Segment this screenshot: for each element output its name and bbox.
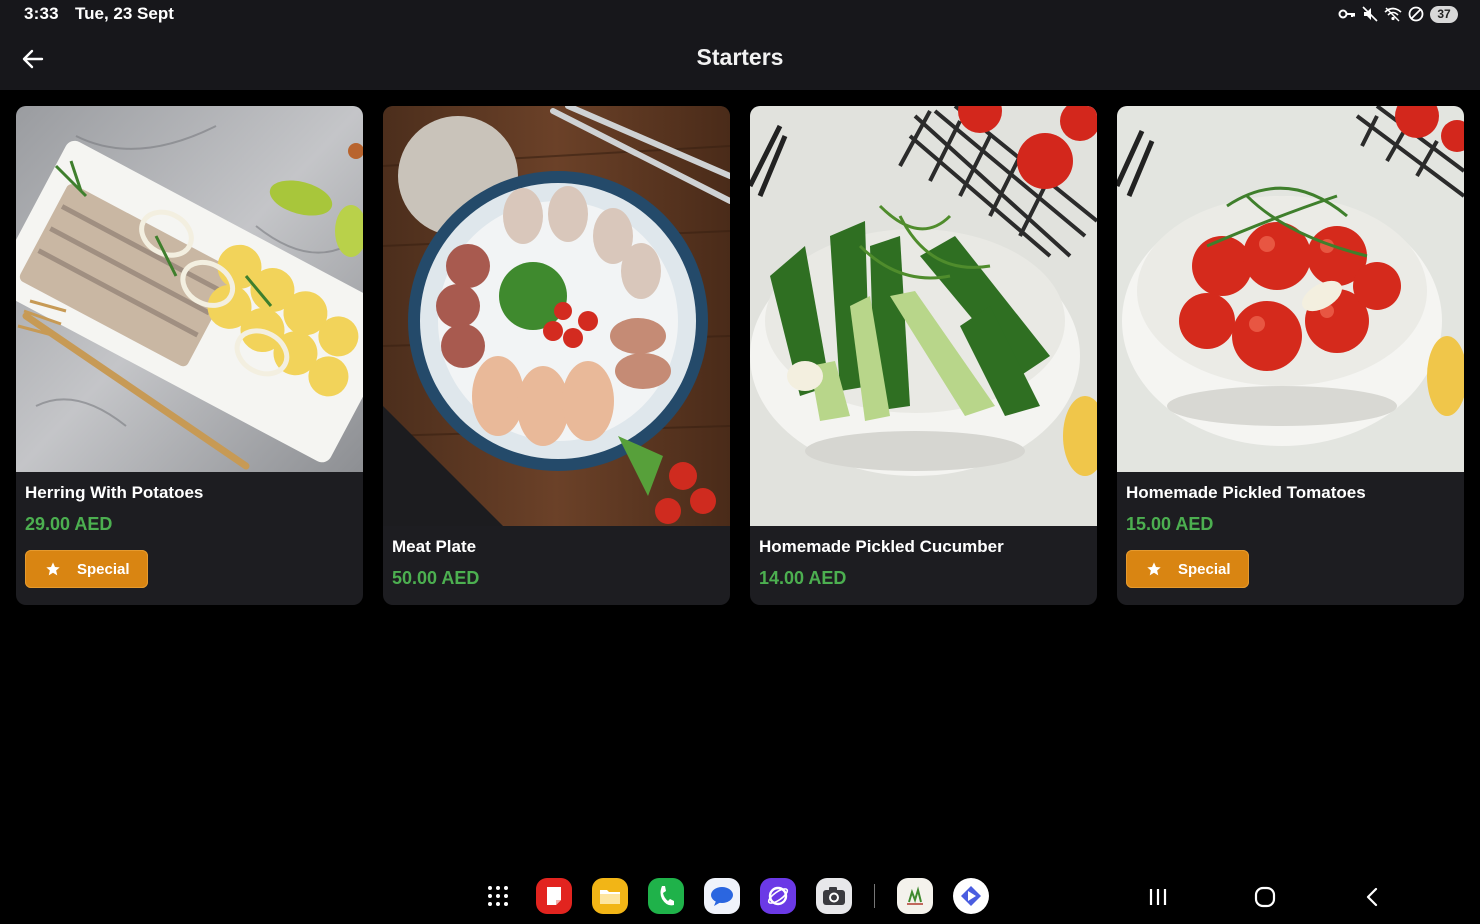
notes-icon[interactable]	[536, 878, 572, 914]
status-date: Tue, 23 Sept	[75, 4, 174, 23]
app-bar: Starters	[0, 28, 1480, 90]
app-drawer-icon[interactable]	[480, 878, 516, 914]
status-bar: 3:33 Tue, 23 Sept 37	[0, 0, 1480, 28]
item-name: Meat Plate	[392, 537, 477, 556]
taskbar-dock	[480, 876, 989, 916]
do-not-disturb-icon	[1408, 6, 1424, 22]
herring-potatoes-photo	[16, 106, 363, 472]
recents-button[interactable]	[1140, 880, 1176, 914]
files-icon[interactable]	[592, 878, 628, 914]
camera-icon[interactable]	[816, 878, 852, 914]
wifi-icon	[1384, 7, 1402, 22]
key-icon	[1338, 9, 1355, 19]
page-title: Starters	[696, 44, 784, 70]
recents-icon	[1149, 889, 1167, 905]
status-icons: 37	[1338, 4, 1458, 24]
internet-icon[interactable]	[760, 878, 796, 914]
special-badge-label: Special	[1178, 560, 1231, 578]
play-store-icon[interactable]	[953, 878, 989, 914]
meat-plate-photo	[383, 106, 730, 526]
item-price: 29.00 AED	[25, 514, 113, 534]
item-price: 14.00 AED	[759, 568, 847, 588]
item-price: 50.00 AED	[392, 568, 480, 588]
item-price: 15.00 AED	[1126, 514, 1214, 534]
back-nav-button[interactable]	[1354, 880, 1390, 914]
menu-item-card[interactable]: Herring With Potatoes 29.00 AED Special	[16, 106, 363, 605]
back-nav-icon	[1366, 887, 1378, 907]
special-badge[interactable]: Special	[25, 550, 148, 588]
menu-item-card[interactable]: Homemade Pickled Cucumber 14.00 AED	[750, 106, 1097, 605]
pickled-cucumber-photo	[750, 106, 1097, 526]
home-button[interactable]	[1247, 880, 1283, 914]
home-icon	[1254, 886, 1276, 908]
pickled-tomatoes-photo	[1117, 106, 1464, 472]
dock-divider	[874, 884, 875, 908]
special-badge-label: Special	[77, 560, 130, 578]
item-name: Homemade Pickled Cucumber	[759, 537, 1004, 556]
messages-icon[interactable]	[704, 878, 740, 914]
star-icon	[46, 562, 60, 576]
system-navigation	[1140, 880, 1390, 914]
menu-item-card[interactable]: Meat Plate 50.00 AED	[383, 106, 730, 605]
item-name: Herring With Potatoes	[25, 483, 204, 502]
phone-icon[interactable]	[648, 878, 684, 914]
mute-icon	[1362, 6, 1378, 22]
item-name: Homemade Pickled Tomatoes	[1126, 483, 1366, 502]
menu-item-card[interactable]: Homemade Pickled Tomatoes 15.00 AED Spec…	[1117, 106, 1464, 605]
status-time: 3:33	[24, 4, 59, 23]
special-badge[interactable]: Special	[1126, 550, 1249, 588]
star-icon	[1147, 562, 1161, 576]
restaurant-app-icon[interactable]	[897, 878, 933, 914]
menu-grid: Herring With Potatoes 29.00 AED Special	[16, 106, 1464, 605]
battery-icon: 37	[1430, 5, 1458, 23]
